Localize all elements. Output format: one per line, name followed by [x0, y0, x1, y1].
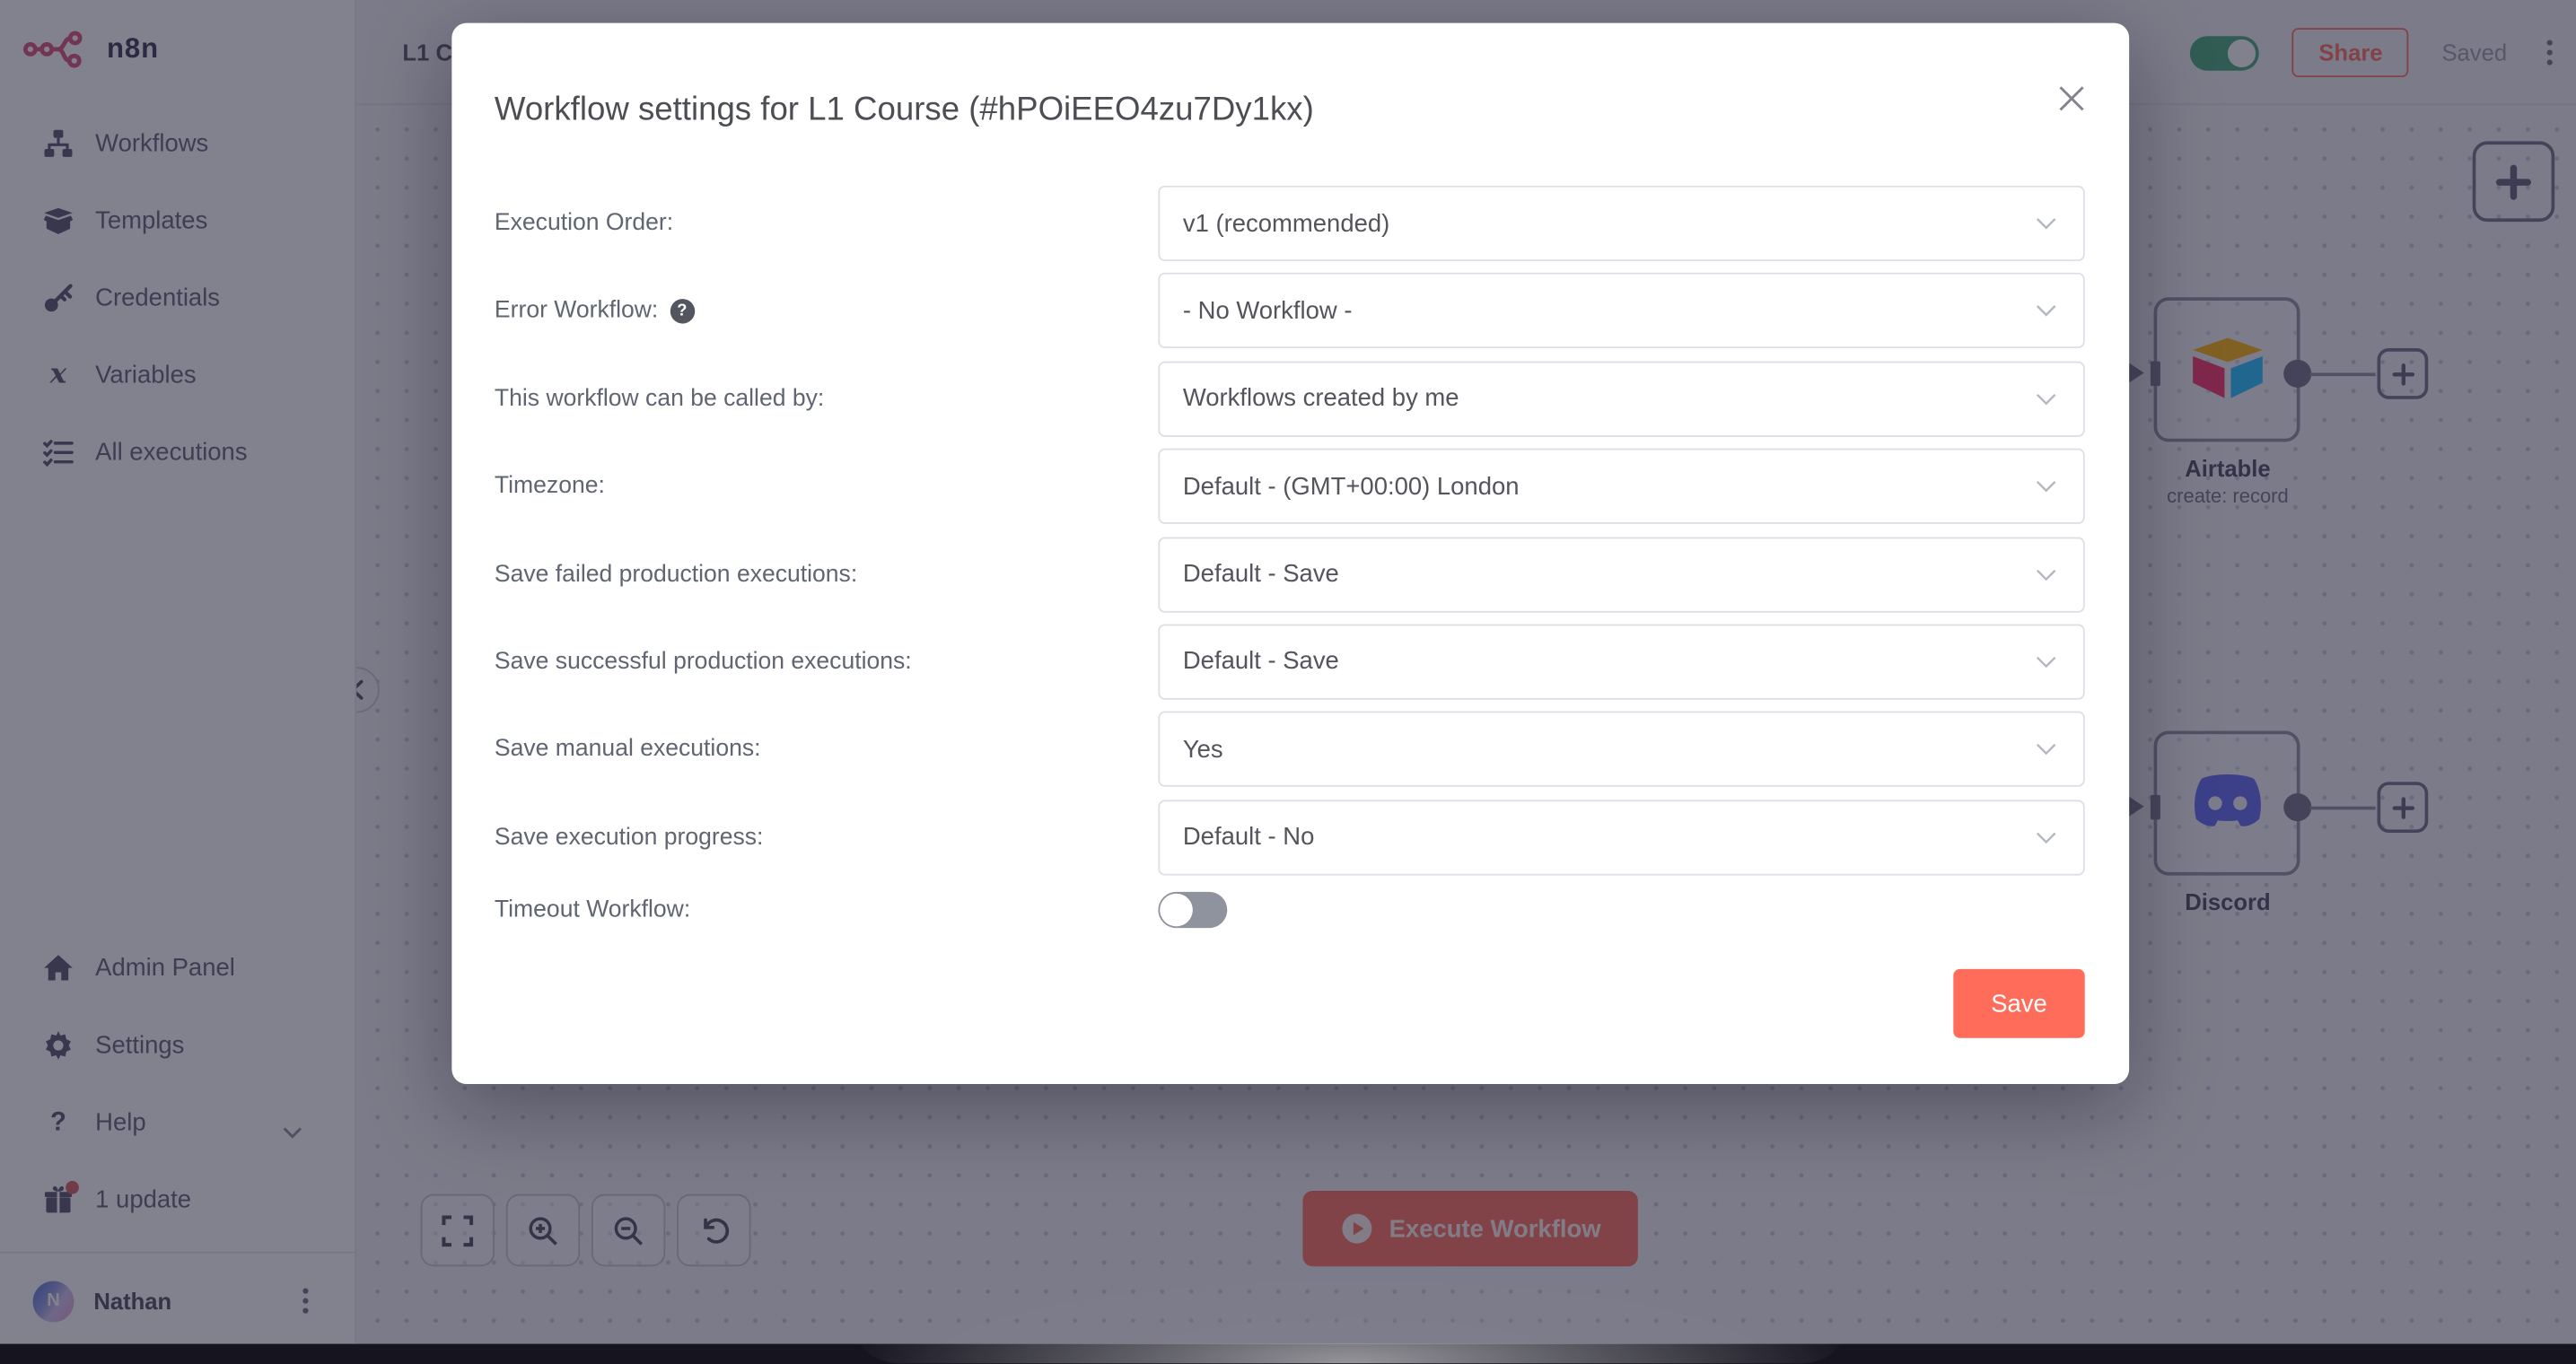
select-value: Default - Save	[1183, 648, 2036, 676]
setting-label: Timeout Workflow:	[495, 897, 1158, 923]
save-progress-select[interactable]: Default - No	[1158, 800, 2084, 875]
modal-body: Execution Order: v1 (recommended) Error …	[495, 186, 2085, 946]
setting-label: Save execution progress:	[495, 824, 1158, 850]
setting-row-execution-order: Execution Order: v1 (recommended)	[495, 186, 2085, 261]
select-value: Default - (GMT+00:00) London	[1183, 473, 2036, 501]
setting-row-timeout: Timeout Workflow:	[495, 887, 2085, 933]
setting-row-save-success: Save successful production executions: D…	[495, 624, 2085, 699]
select-value: - No Workflow -	[1183, 297, 2036, 325]
error-workflow-select[interactable]: - No Workflow -	[1158, 274, 2084, 349]
setting-label: Save manual executions:	[495, 737, 1158, 763]
select-value: Default - No	[1183, 823, 2036, 851]
select-value: Workflows created by me	[1183, 385, 2036, 413]
chevron-down-icon	[2036, 217, 2057, 231]
setting-row-called-by: This workflow can be called by: Workflow…	[495, 361, 2085, 436]
setting-label: This workflow can be called by:	[495, 386, 1158, 412]
select-value: v1 (recommended)	[1183, 209, 2036, 237]
setting-label: Error Workflow: ?	[495, 298, 1158, 324]
setting-label: Save successful production executions:	[495, 649, 1158, 675]
setting-row-timezone: Timezone: Default - (GMT+00:00) London	[495, 449, 2085, 524]
save-success-select[interactable]: Default - Save	[1158, 624, 2084, 699]
select-value: Default - Save	[1183, 560, 2036, 588]
chevron-down-icon	[2036, 480, 2057, 494]
help-badge-icon[interactable]: ?	[670, 299, 694, 323]
save-failed-select[interactable]: Default - Save	[1158, 537, 2084, 612]
setting-row-save-manual: Save manual executions: Yes	[495, 712, 2085, 787]
app-root: n8n Workflows Templates Credentials	[0, 0, 2576, 1344]
select-value: Yes	[1183, 736, 2036, 764]
toggle-knob	[1160, 894, 1193, 927]
chevron-down-icon	[2036, 831, 2057, 844]
close-icon[interactable]	[2058, 85, 2084, 111]
timeout-workflow-toggle[interactable]	[1158, 892, 1227, 928]
setting-label: Execution Order:	[495, 210, 1158, 236]
modal-title: Workflow settings for L1 Course (#hPOiEE…	[495, 92, 1314, 129]
chevron-down-icon	[2036, 655, 2057, 669]
setting-row-save-progress: Save execution progress: Default - No	[495, 800, 2085, 875]
setting-row-save-failed: Save failed production executions: Defau…	[495, 537, 2085, 612]
workflow-settings-modal: Workflow settings for L1 Course (#hPOiEE…	[451, 23, 2129, 1084]
caller-policy-select[interactable]: Workflows created by me	[1158, 361, 2084, 436]
chevron-down-icon	[2036, 568, 2057, 581]
save-manual-select[interactable]: Yes	[1158, 712, 2084, 787]
chevron-down-icon	[2036, 743, 2057, 756]
execution-order-select[interactable]: v1 (recommended)	[1158, 186, 2084, 261]
chevron-down-icon	[2036, 392, 2057, 406]
setting-row-error-workflow: Error Workflow: ? - No Workflow -	[495, 274, 2085, 349]
chevron-down-icon	[2036, 304, 2057, 318]
setting-label: Save failed production executions:	[495, 561, 1158, 587]
setting-label: Timezone:	[495, 473, 1158, 499]
save-button[interactable]: Save	[1953, 969, 2084, 1038]
setting-label-text: Error Workflow:	[495, 298, 658, 324]
timezone-select[interactable]: Default - (GMT+00:00) London	[1158, 449, 2084, 524]
